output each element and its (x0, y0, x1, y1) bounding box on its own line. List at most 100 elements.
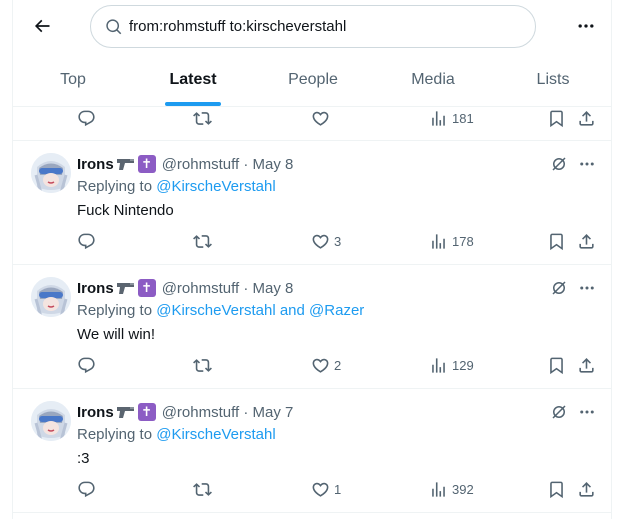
more-dots-icon (578, 24, 594, 28)
views-button[interactable]: 178 (429, 232, 474, 251)
tweet-tools (550, 153, 596, 175)
tweet[interactable]: Irons ✝ @rohmstuff · May 8 Replying to @… (13, 265, 611, 389)
repost-icon (193, 482, 212, 496)
avatar[interactable] (31, 401, 71, 441)
views-count: 129 (452, 357, 474, 373)
tab-people[interactable]: People (253, 53, 373, 106)
mention-link[interactable]: @KirscheVerstahl (156, 178, 275, 195)
search-input[interactable] (129, 18, 509, 35)
repost-button[interactable] (193, 356, 212, 375)
share-button[interactable] (577, 232, 596, 251)
tweet-actions: 3 178 (77, 231, 599, 251)
arrow-left-icon (34, 19, 50, 33)
latin-cross-emoji-icon: ✝ (137, 155, 156, 173)
share-icon (579, 481, 594, 497)
repost-button[interactable] (193, 480, 212, 499)
tweet-header: Irons ✝ @rohmstuff · May 7 (77, 402, 293, 422)
tab-lists[interactable]: Lists (493, 53, 611, 106)
replying-to: Replying to @KirscheVerstahl and @Razer (77, 302, 365, 319)
like-button[interactable]: 1 (311, 480, 341, 499)
share-button[interactable] (577, 109, 596, 128)
views-chart-icon (432, 481, 445, 497)
views-button[interactable]: 129 (429, 356, 474, 375)
display-name[interactable]: Irons (77, 280, 114, 297)
views-count: 178 (452, 233, 474, 249)
latin-cross-emoji-icon: ✝ (137, 279, 156, 297)
avatar[interactable] (31, 277, 71, 317)
share-icon (579, 357, 594, 373)
reply-button[interactable] (77, 232, 96, 251)
reply-button[interactable] (77, 109, 96, 128)
reply-icon (78, 481, 95, 497)
mention-link[interactable]: @KirscheVerstahl (156, 302, 275, 319)
tab-media[interactable]: Media (373, 53, 493, 106)
repost-icon (193, 111, 212, 125)
tweet-header: Irons ✝ @rohmstuff · May 8 (77, 278, 293, 298)
mention-separator: and (275, 302, 310, 319)
heart-icon (312, 111, 329, 126)
more-dots-icon[interactable] (578, 279, 596, 297)
avatar[interactable] (31, 153, 71, 193)
bookmark-icon (550, 481, 563, 498)
pistol-emoji-icon (116, 405, 136, 419)
mention-link[interactable]: @KirscheVerstahl (156, 426, 275, 443)
tweet-actions: 2 129 (77, 355, 599, 375)
tweet-tools (550, 401, 596, 423)
reply-button[interactable] (77, 356, 96, 375)
handle-and-date[interactable]: @rohmstuff · May 8 (162, 156, 294, 173)
search-tabs: Top Latest People Media Lists (13, 53, 611, 106)
tweet-actions: 181 (77, 108, 599, 128)
like-button[interactable]: 3 (311, 232, 341, 251)
share-icon (579, 233, 594, 249)
repost-button[interactable] (193, 232, 212, 251)
avatar-image (31, 277, 71, 317)
more-dots-icon[interactable] (578, 155, 596, 173)
more-dots-icon[interactable] (578, 403, 596, 421)
replying-to: Replying to @KirscheVerstahl (77, 426, 276, 443)
share-button[interactable] (577, 356, 596, 375)
bookmark-button[interactable] (547, 356, 566, 375)
reply-button[interactable] (77, 480, 96, 499)
views-chart-icon (432, 357, 445, 373)
repost-icon (193, 358, 212, 372)
views-button[interactable]: 392 (429, 480, 474, 499)
back-button[interactable] (25, 9, 59, 43)
likes-count: 2 (334, 357, 342, 373)
more-options-button[interactable] (569, 9, 603, 43)
replying-to: Replying to @KirscheVerstahl (77, 178, 276, 195)
reply-icon (78, 110, 95, 126)
bookmark-icon (550, 233, 563, 250)
reply-icon (78, 233, 95, 249)
bookmark-button[interactable] (547, 480, 566, 499)
like-button[interactable]: 2 (311, 356, 341, 375)
bookmark-icon (550, 110, 563, 127)
tab-top[interactable]: Top (13, 53, 133, 106)
tweet[interactable]: Irons ✝ @rohmstuff · May 7 Replying to @… (13, 389, 611, 513)
mention-link[interactable]: @Razer (309, 302, 364, 319)
share-button[interactable] (577, 480, 596, 499)
grok-icon[interactable] (550, 279, 568, 297)
heart-icon (312, 234, 329, 249)
handle-and-date[interactable]: @rohmstuff · May 8 (162, 280, 294, 297)
reply-icon (78, 357, 95, 373)
repost-icon (193, 234, 212, 248)
pistol-emoji-icon (116, 281, 136, 295)
tweet-text: :3 (77, 450, 90, 467)
display-name[interactable]: Irons (77, 156, 114, 173)
grok-icon[interactable] (550, 155, 568, 173)
repost-button[interactable] (193, 109, 212, 128)
bookmark-button[interactable] (547, 109, 566, 128)
timeline-column: Top Latest People Media Lists 181 (12, 0, 612, 519)
pistol-emoji-icon (116, 157, 136, 171)
grok-icon[interactable] (550, 403, 568, 421)
tab-latest[interactable]: Latest (133, 53, 253, 106)
display-name[interactable]: Irons (77, 404, 114, 421)
bookmark-button[interactable] (547, 232, 566, 251)
like-button[interactable] (311, 109, 330, 128)
tweet[interactable]: Irons ✝ @rohmstuff · May 8 Replying to @… (13, 141, 611, 265)
search-header: Top Latest People Media Lists (13, 0, 611, 107)
search-box[interactable] (90, 5, 536, 48)
active-tab-indicator (165, 102, 221, 106)
views-button[interactable]: 181 (429, 109, 474, 128)
handle-and-date[interactable]: @rohmstuff · May 7 (162, 404, 294, 421)
